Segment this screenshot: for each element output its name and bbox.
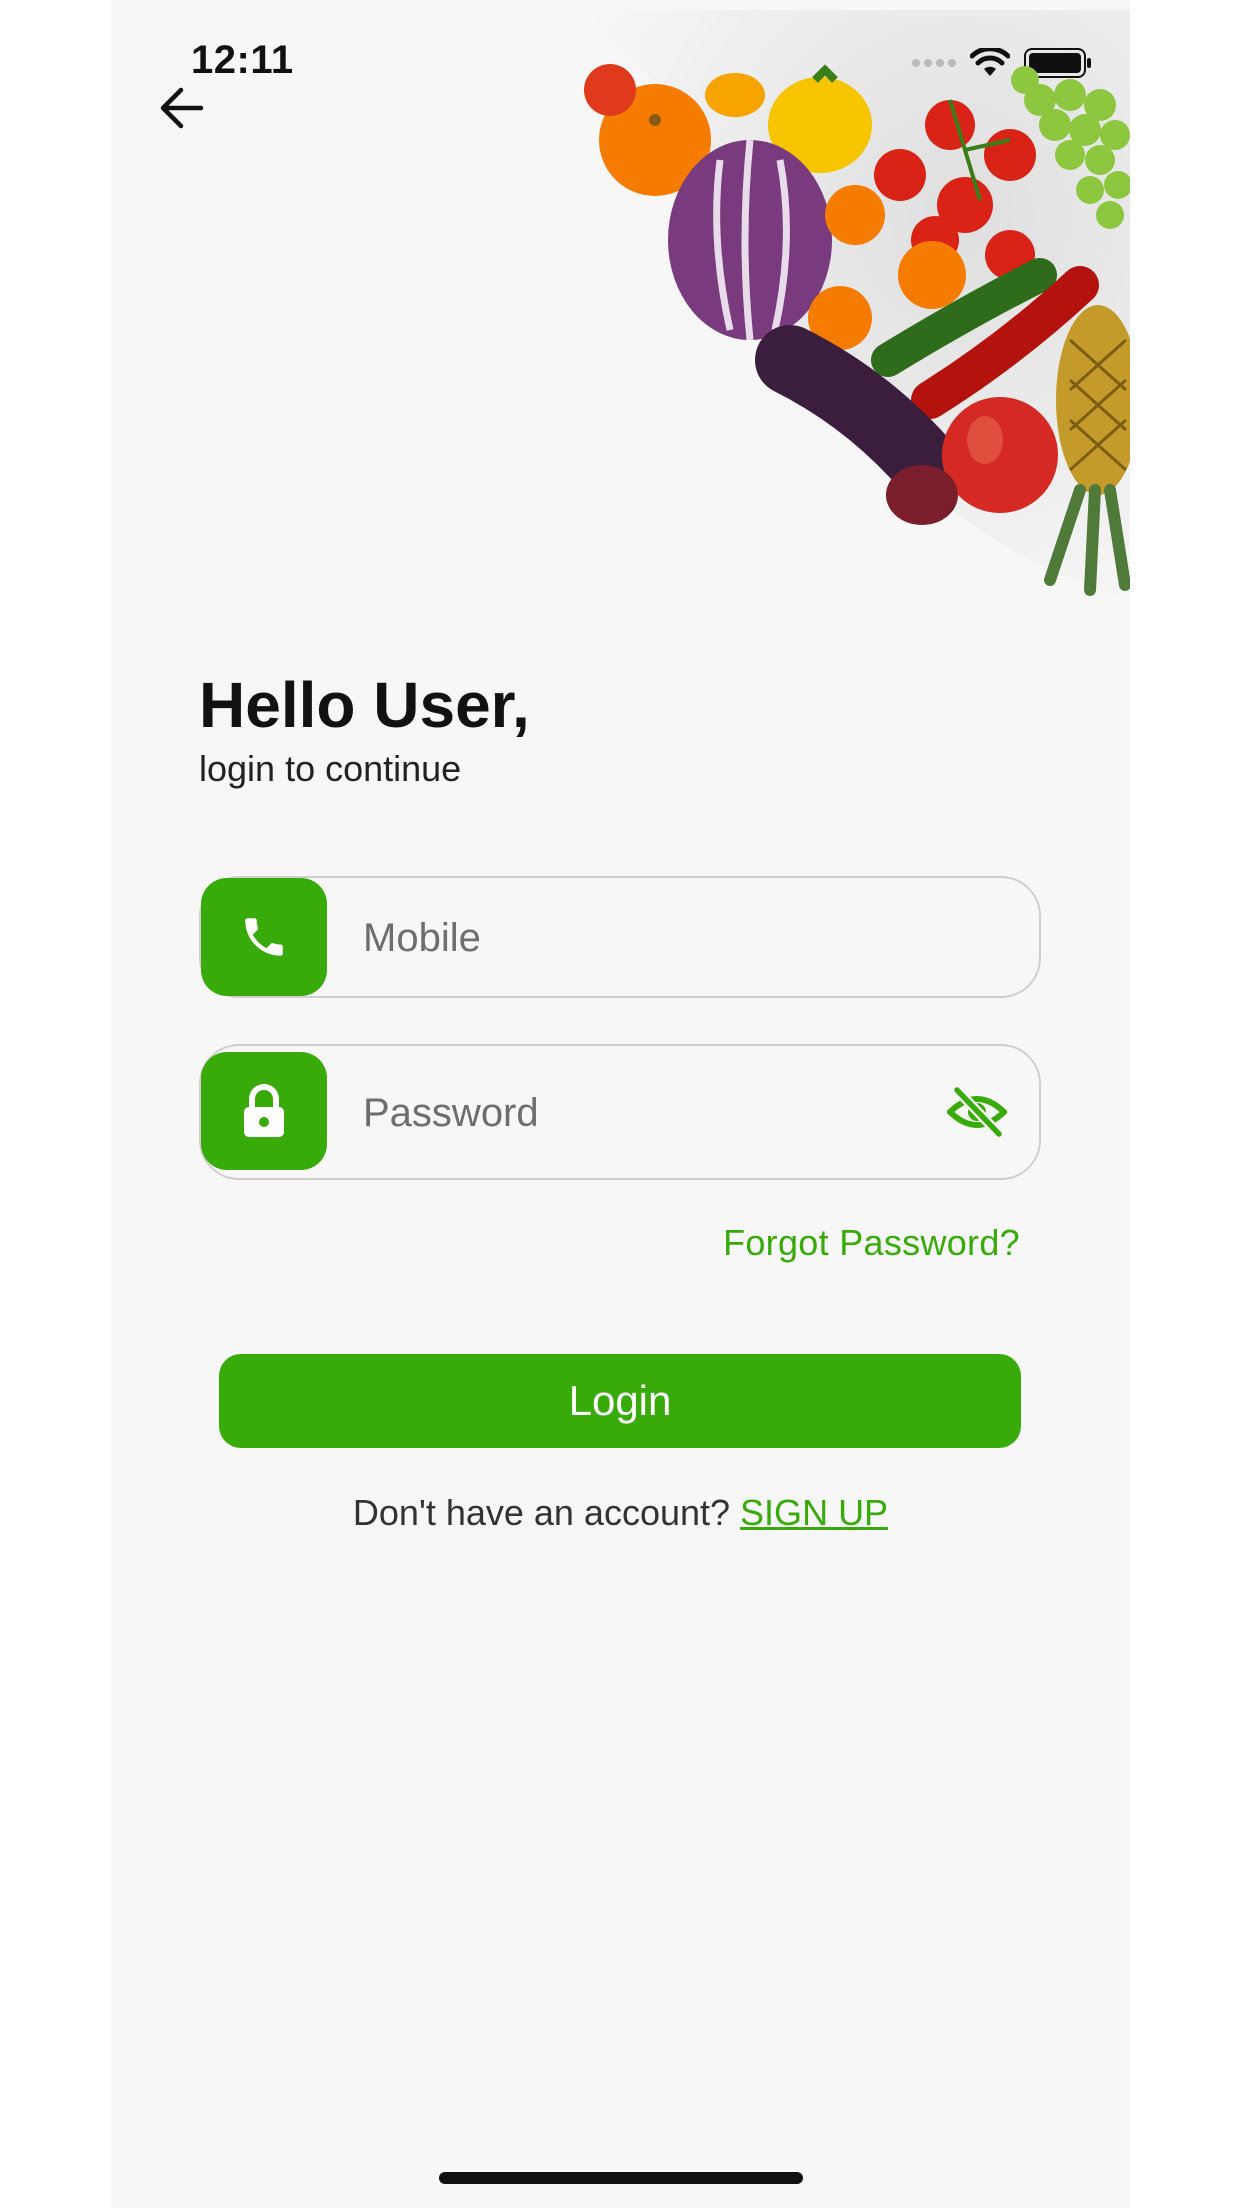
password-field-icon-box — [201, 1052, 327, 1170]
status-bar-time: 12:11 — [191, 38, 294, 82]
signup-prompt: Don't have an account? — [352, 1492, 741, 1533]
mobile-field[interactable] — [199, 876, 1041, 998]
password-visibility-toggle[interactable] — [945, 1085, 1009, 1142]
login-screen: 12:11 Hello User, login to continue Mobi… — [111, 0, 1130, 2208]
mobile-input[interactable] — [361, 878, 929, 998]
password-input[interactable] — [361, 1046, 929, 1180]
page-title: Hello User, — [199, 669, 530, 741]
vegetables-illustration — [570, 10, 1130, 600]
phone-icon — [245, 918, 283, 956]
back-button[interactable] — [151, 78, 211, 138]
mobile-field-icon-box — [201, 878, 327, 996]
page-subtitle: login to continue — [199, 748, 462, 789]
forgot-password-link[interactable]: Forgot Password? — [723, 1222, 1020, 1264]
login-button[interactable]: Login — [219, 1354, 1021, 1448]
eye-off-icon — [945, 1085, 1009, 1139]
lock-icon — [244, 1084, 284, 1137]
password-field[interactable] — [199, 1044, 1041, 1180]
home-indicator — [439, 2172, 803, 2184]
signup-row: Don't have an account? SIGN UP — [111, 1492, 1130, 1534]
signup-link[interactable]: SIGN UP — [740, 1492, 888, 1533]
arrow-left-icon — [160, 87, 204, 129]
